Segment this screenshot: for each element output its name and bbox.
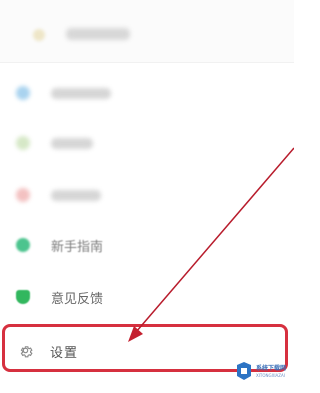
watermark-logo-icon	[237, 362, 251, 380]
menu-item-guide-label: 新手指南	[51, 240, 104, 255]
blurred-label	[51, 190, 101, 201]
blurred-username	[66, 28, 130, 40]
menu-item-blurred-3[interactable]	[0, 170, 294, 220]
menu-item-feedback[interactable]: 意见反馈	[0, 272, 294, 322]
header-divider	[0, 62, 294, 63]
gear-icon	[20, 346, 33, 358]
profile-header[interactable]	[0, 0, 294, 62]
menu-item-feedback-label: 意见反馈	[51, 292, 104, 307]
menu-item-guide[interactable]: 新手指南	[0, 220, 294, 270]
menu-item-blurred-2[interactable]	[0, 118, 294, 168]
menu-item-blurred-1[interactable]	[0, 68, 294, 118]
watermark-text: 系统下载网	[256, 365, 287, 372]
mobile-menu-page: 新手指南 意见反馈 设置 系统下载网 XITONGXIAZAI	[0, 0, 294, 393]
avatar	[33, 29, 45, 41]
feedback-icon	[16, 290, 30, 304]
green-circle-icon	[16, 136, 30, 150]
site-watermark: 系统下载网 XITONGXIAZAI	[232, 357, 290, 389]
menu-item-settings-label[interactable]: 设置	[50, 342, 78, 361]
blue-circle-icon	[16, 86, 30, 100]
blurred-label	[51, 88, 111, 99]
pink-circle-icon	[16, 188, 30, 202]
blurred-label	[51, 138, 93, 149]
watermark-subtext: XITONGXIAZAI	[256, 373, 285, 378]
guide-icon	[16, 238, 30, 252]
